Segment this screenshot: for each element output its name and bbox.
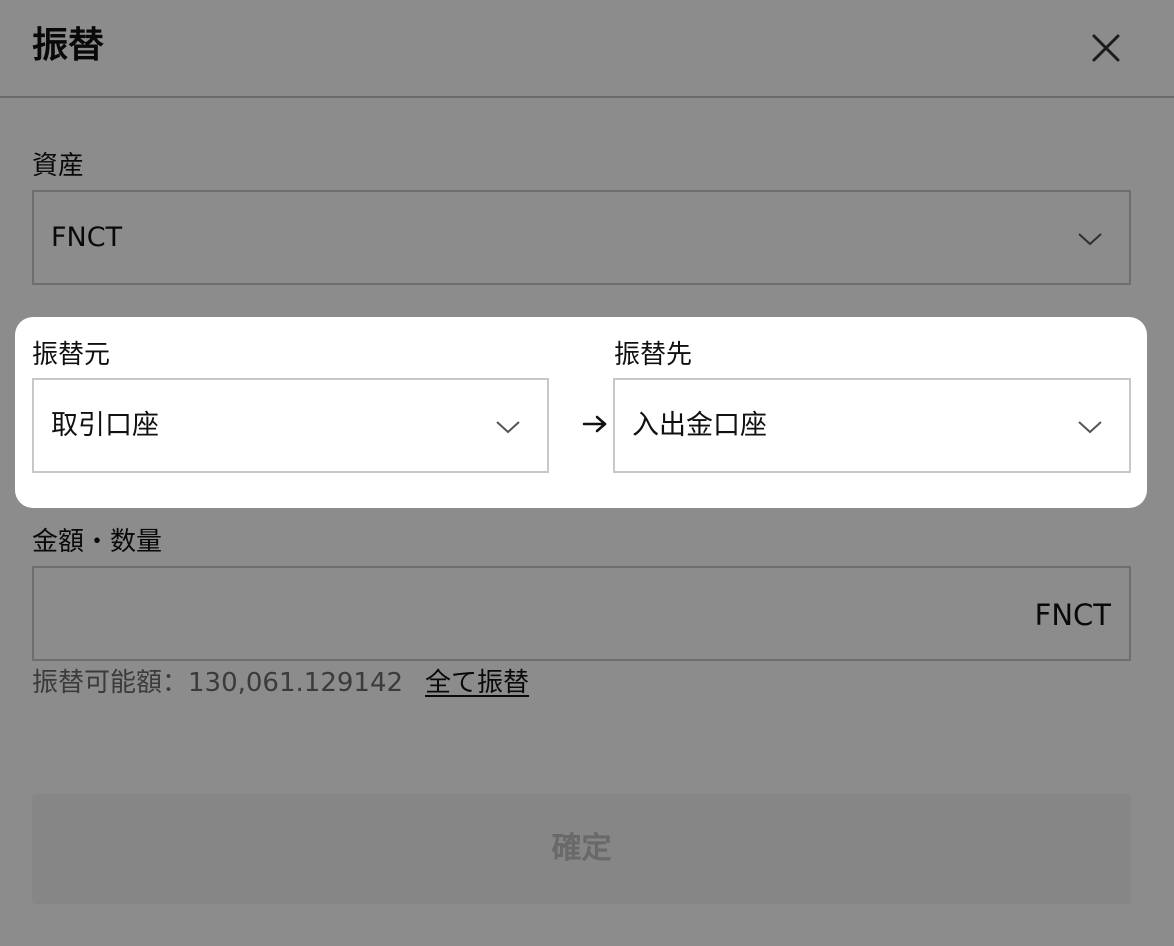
from-account-value: 取引口座 <box>51 410 159 441</box>
asset-select-value: FNCT <box>51 222 123 253</box>
amount-label: 金額・数量 <box>32 527 163 557</box>
asset-select[interactable]: FNCT <box>32 190 1131 285</box>
confirm-button[interactable]: 確定 <box>32 794 1131 904</box>
chevron-down-icon <box>1078 421 1102 434</box>
available-amount: 振替可能額：130,061.129142 <box>32 668 404 698</box>
from-account-label: 振替元 <box>32 340 111 370</box>
dialog-header: 振替 <box>0 0 1174 98</box>
close-icon <box>1092 34 1120 62</box>
to-account-select[interactable]: 入出金口座 <box>613 378 1131 473</box>
from-account-select[interactable]: 取引口座 <box>32 378 549 473</box>
dialog-title: 振替 <box>32 25 105 66</box>
amount-input[interactable] <box>50 586 1014 644</box>
chevron-down-icon <box>496 421 520 434</box>
to-account-label: 振替先 <box>614 340 693 370</box>
to-account-value: 入出金口座 <box>632 410 767 441</box>
chevron-down-icon <box>1078 233 1102 246</box>
amount-field[interactable]: FNCT <box>32 566 1131 661</box>
close-button[interactable] <box>1084 26 1128 70</box>
account-transfer-section: 振替元 取引口座 振替先 入出金口座 <box>15 317 1147 508</box>
arrow-right-icon <box>582 415 607 433</box>
asset-label: 資産 <box>32 151 85 181</box>
transfer-all-link[interactable]: 全て振替 <box>425 666 529 700</box>
confirm-button-label: 確定 <box>551 831 612 866</box>
amount-unit: FNCT <box>1034 598 1111 632</box>
